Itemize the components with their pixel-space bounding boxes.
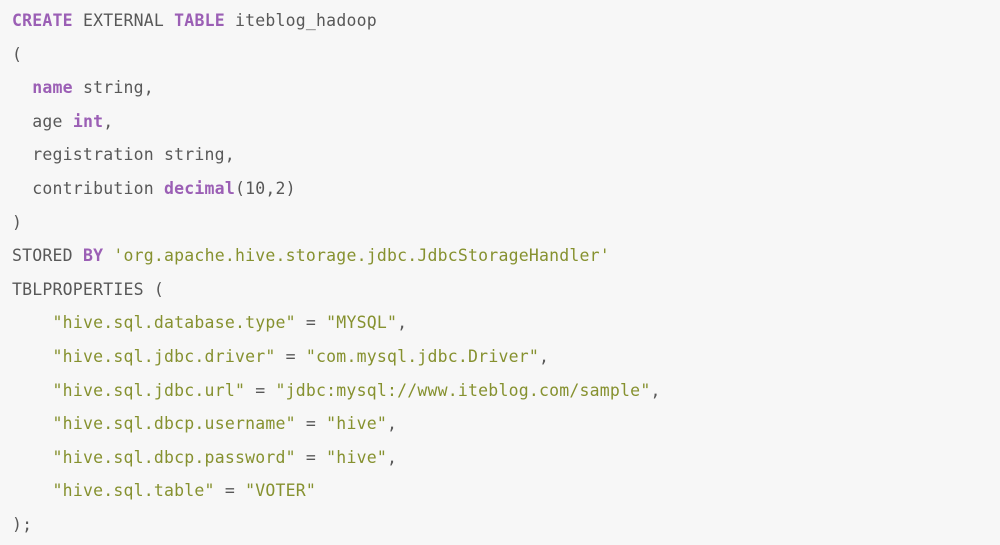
code-token-string: "hive.sql.dbcp.username" [52,414,296,434]
code-token-plain: = [214,481,246,501]
code-line: STORED BY 'org.apache.hive.storage.jdbc.… [12,239,1000,273]
code-token-punct: ( [12,44,23,64]
code-token-plain: , [539,346,550,366]
code-line: name string, [12,71,1000,105]
code-token-string: "hive.sql.jdbc.driver" [52,346,276,366]
code-token-keyword: CREATE [12,11,73,30]
code-token-string: "hive.sql.dbcp.password" [52,447,296,467]
code-token-keyword: name [32,78,73,98]
code-lines-container: CREATE EXTERNAL TABLE iteblog_hadoop ( na… [12,4,1000,542]
code-token-plain: contribution [12,178,165,198]
code-token-plain: = [295,313,327,333]
code-token-plain: registration string, [12,145,235,165]
code-line: "hive.sql.dbcp.username" = "hive", [12,407,1000,441]
code-token-plain: , [386,414,398,434]
code-token-plain: string, [72,78,154,98]
code-line: "hive.sql.jdbc.url" = "jdbc:mysql://www.… [12,374,1000,408]
code-token-plain: age [12,111,73,131]
code-token-keyword: TABLE [174,11,225,30]
code-token-plain: TBLPROPERTIES ( [12,279,165,299]
code-line: ) [12,206,1000,240]
code-line: "hive.sql.table" = "VOTER" [12,474,1000,508]
code-token-string: "jdbc:mysql://www.iteblog.com/sample" [275,380,651,400]
code-token-plain: = [275,346,306,366]
code-token-plain: = [295,414,327,434]
code-token-number: (10,2) [234,178,296,198]
code-line: registration string, [12,138,1000,172]
code-line: "hive.sql.database.type" = "MYSQL", [12,306,1000,340]
code-token-plain: , [397,313,408,333]
code-line: "hive.sql.dbcp.password" = "hive", [12,441,1000,475]
code-token-plain: , [650,380,661,400]
code-token-string: "MYSQL" [326,313,398,333]
code-token-plain: STORED [12,246,83,266]
code-token-string: 'org.apache.hive.storage.jdbc.JdbcStorag… [113,246,610,266]
code-token-string: "com.mysql.jdbc.Driver" [305,346,539,366]
code-token-plain: iteblog_hadoop [224,11,377,30]
code-line: age int, [12,105,1000,139]
code-token-string: "VOTER" [245,481,317,501]
code-token-type: decimal [164,178,235,198]
code-token-plain: EXTERNAL [82,11,165,30]
code-token-keyword: BY [82,246,104,266]
code-line: contribution decimal(10,2) [12,172,1000,206]
code-line: CREATE EXTERNAL TABLE iteblog_hadoop [12,4,1000,38]
code-token-string: "hive" [326,414,387,434]
code-token-type: int [72,111,104,131]
code-token-plain: = [245,380,276,400]
code-line: ); [12,508,1000,542]
code-token-punct: ); [12,514,33,534]
code-line: ( [12,38,1000,72]
code-token-punct: ) [12,212,23,232]
code-token-plain: , [103,111,114,131]
sql-code-block: CREATE EXTERNAL TABLE iteblog_hadoop ( na… [0,0,1000,545]
code-token-string: "hive.sql.table" [52,481,215,501]
code-line: "hive.sql.jdbc.driver" = "com.mysql.jdbc… [12,340,1000,374]
code-token-string: "hive.sql.jdbc.url" [52,380,246,400]
code-token-plain: , [386,447,398,467]
code-token-plain: = [295,447,327,467]
code-token-string: "hive" [326,447,387,467]
code-token-string: "hive.sql.database.type" [52,313,296,333]
code-line: TBLPROPERTIES ( [12,273,1000,307]
